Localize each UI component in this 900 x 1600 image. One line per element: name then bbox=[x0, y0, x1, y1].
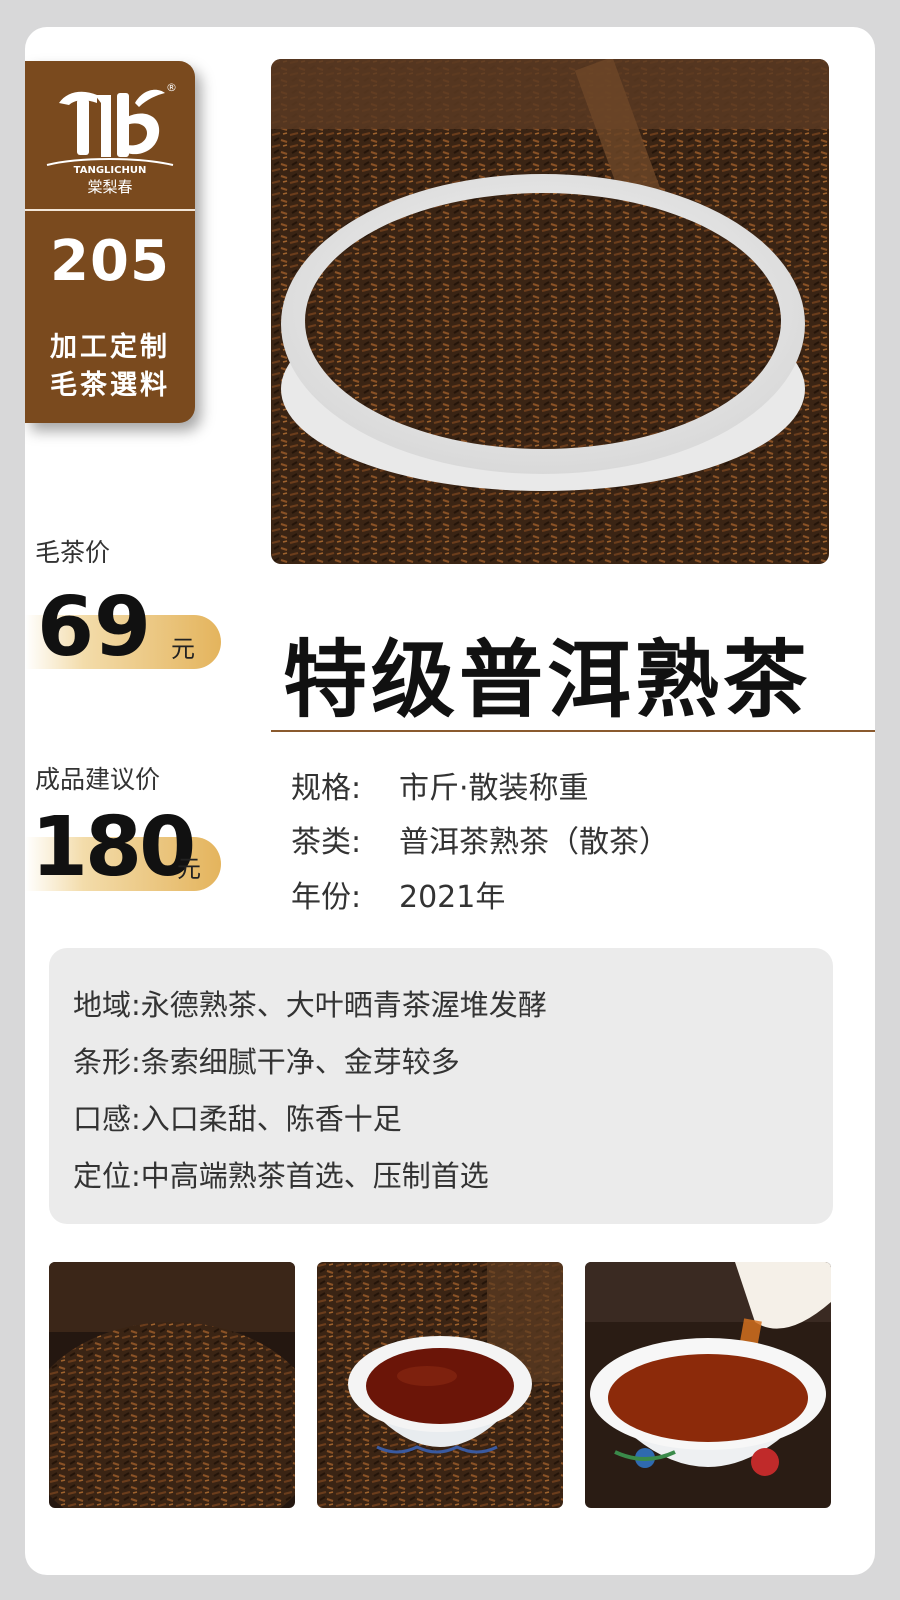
retail-price-unit: 元 bbox=[177, 855, 201, 883]
spec-label: 规格: bbox=[291, 771, 362, 806]
spec-label: 茶类: bbox=[291, 825, 362, 860]
spec-label: 年份: bbox=[291, 880, 362, 915]
spec-row: 年份: 2021年 bbox=[291, 872, 505, 916]
svg-text:棠梨春: 棠梨春 bbox=[87, 178, 132, 196]
brand-logo: ® TANGLICHUN 棠梨春 bbox=[46, 81, 177, 196]
detail-line: 条形:条索细腻干净、金芽较多 bbox=[73, 1045, 460, 1079]
detail-line: 口感:入口柔甜、陈香十足 bbox=[73, 1102, 402, 1136]
spec-value: 市斤·散装称重 bbox=[399, 771, 589, 806]
thumb-loose-leaves bbox=[49, 1262, 295, 1508]
spec-row: 茶类: 普洱茶熟茶（散茶） bbox=[291, 817, 669, 861]
badge-line-1: 加工定制 bbox=[50, 332, 170, 363]
raw-price-unit: 元 bbox=[171, 635, 195, 663]
thumb-tea-cup bbox=[317, 1262, 563, 1508]
detail-line: 地域:永德熟茶、大叶晒青茶渥堆发酵 bbox=[73, 988, 547, 1022]
badge-divider bbox=[25, 209, 195, 211]
svg-text:®: ® bbox=[166, 81, 177, 94]
main-tea-photo bbox=[271, 59, 829, 564]
details-box: 地域:永德熟茶、大叶晒青茶渥堆发酵 条形:条索细腻干净、金芽较多 口感:入口柔甜… bbox=[49, 948, 833, 1224]
product-card: ® TANGLICHUN 棠梨春 205 加工定制 毛茶選料 毛茶价 69 元 … bbox=[25, 27, 875, 1575]
brand-badge: ® TANGLICHUN 棠梨春 205 加工定制 毛茶選料 bbox=[25, 61, 195, 423]
thumb-pouring-tea bbox=[585, 1262, 831, 1508]
spec-value: 普洱茶熟茶（散茶） bbox=[399, 825, 669, 860]
badge-line-2: 毛茶選料 bbox=[50, 370, 170, 401]
raw-price-value: 69 bbox=[37, 580, 152, 675]
spec-value: 2021年 bbox=[399, 880, 506, 915]
retail-price-value: 180 bbox=[31, 800, 196, 895]
product-code: 205 bbox=[50, 229, 170, 294]
svg-text:TANGLICHUN: TANGLICHUN bbox=[74, 165, 147, 176]
spec-row: 规格: 市斤·散装称重 bbox=[291, 763, 589, 807]
retail-price-label: 成品建议价 bbox=[35, 765, 161, 794]
title-divider bbox=[271, 730, 875, 732]
detail-line: 定位:中高端熟茶首选、压制首选 bbox=[73, 1159, 489, 1193]
product-title: 特级普洱熟茶 bbox=[283, 631, 812, 729]
raw-price-label: 毛茶价 bbox=[35, 538, 111, 567]
